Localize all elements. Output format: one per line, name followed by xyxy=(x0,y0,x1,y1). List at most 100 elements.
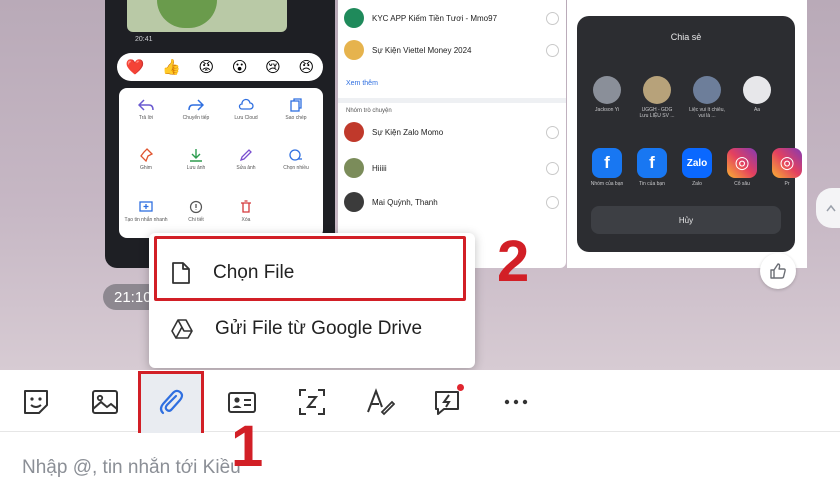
list-item: Sự Kiện Zalo Momo xyxy=(344,120,559,144)
avatar xyxy=(643,76,671,104)
radio-icon xyxy=(546,161,559,175)
list-item: KYC APP Kiếm Tiền Tươi - Mmo97 xyxy=(344,6,559,30)
step-number-2: 2 xyxy=(497,229,530,294)
quick-message-icon xyxy=(435,391,459,415)
facebook-icon: f xyxy=(637,148,667,178)
like-button[interactable] xyxy=(760,253,796,289)
message-action-panel: Trả lời Chuyển tiếp Lưu Cloud Sao chép G… xyxy=(119,88,323,238)
reaction-wow-icon: 😮 xyxy=(231,58,248,76)
action-save-cloud: Lưu Cloud xyxy=(223,98,269,121)
share-contact: UGGH - GDG Lưu LIỆU SV ... xyxy=(637,76,677,119)
attachment-icon xyxy=(159,389,184,415)
shared-image-share-list[interactable]: KYC APP Kiếm Tiền Tươi - Mmo97 Sự Kiện V… xyxy=(338,0,566,268)
attachment-button[interactable] xyxy=(155,386,187,418)
text-format-icon xyxy=(367,388,395,416)
pin-icon xyxy=(140,148,154,162)
reaction-sad-icon: 😢 xyxy=(265,58,281,76)
shared-image-share-sheet[interactable]: Chia sẻ Jackson Yi UGGH - GDG Lưu LIỆU S… xyxy=(567,0,807,268)
share-cancel-button: Hủy xyxy=(591,206,781,234)
section-label: Nhóm trò chuyện xyxy=(346,108,392,114)
avatar xyxy=(693,76,721,104)
list-item: Hiiiii xyxy=(344,156,559,180)
share-app: Zalo Zalo xyxy=(677,148,717,187)
thumbs-up-icon xyxy=(770,263,786,279)
frog-sticker xyxy=(127,0,287,32)
share-contact: Jackson Yi xyxy=(587,76,627,113)
avatar xyxy=(344,8,364,28)
reaction-angry-icon: 😡 xyxy=(198,58,215,76)
text-format-button[interactable] xyxy=(364,386,396,418)
action-copy: Sao chép xyxy=(273,98,319,121)
reaction-heart-icon: ❤️ xyxy=(125,58,145,76)
shared-image-reaction-menu[interactable]: 20:41 ❤️ 👍 😡 😮 😢 😠 Trả lời Chuyển tiếp L… xyxy=(105,0,335,268)
image-button[interactable] xyxy=(89,386,121,418)
google-drive-icon xyxy=(171,319,193,339)
notification-dot xyxy=(457,384,464,391)
sticker-icon xyxy=(24,390,48,414)
scroll-to-bottom-button[interactable] xyxy=(816,188,840,228)
menu-item-google-drive[interactable]: Gửi File từ Google Drive xyxy=(149,301,475,357)
share-sheet: Chia sẻ Jackson Yi UGGH - GDG Lưu LIỆU S… xyxy=(577,16,802,252)
share-contact: Aa xyxy=(737,76,777,113)
action-forward: Chuyển tiếp xyxy=(173,98,219,121)
facebook-icon: f xyxy=(592,148,622,178)
avatar xyxy=(344,122,364,142)
action-pin: Ghim xyxy=(123,148,169,171)
list-item: Mai Quỳnh, Thanh xyxy=(344,190,559,214)
action-details: Chi tiết xyxy=(173,200,219,223)
contact-card-icon xyxy=(228,392,256,413)
radio-icon xyxy=(546,195,559,209)
action-reply: Trả lời xyxy=(123,98,169,121)
zalo-icon: Zalo xyxy=(682,148,712,178)
step-number-1: 1 xyxy=(231,414,264,479)
reaction-rage-icon: 😠 xyxy=(298,58,315,76)
image-icon xyxy=(92,390,118,414)
copy-icon xyxy=(290,98,302,112)
chat-toolbar xyxy=(0,370,840,432)
avatar xyxy=(344,158,364,178)
quick-message-small-icon xyxy=(139,201,153,212)
action-select-multiple: Chọn nhiều xyxy=(273,148,319,171)
composer xyxy=(0,433,840,500)
message-input[interactable] xyxy=(22,453,582,483)
more-button[interactable] xyxy=(500,386,532,418)
action-edit-image: Sửa ảnh xyxy=(223,148,269,171)
see-more-link: Xem thêm xyxy=(346,80,378,87)
reply-icon xyxy=(138,99,154,111)
reaction-like-icon: 👍 xyxy=(162,58,181,76)
share-app: ◎ Pr xyxy=(767,148,807,187)
avatar xyxy=(344,192,364,212)
forward-icon xyxy=(188,99,204,111)
avatar xyxy=(743,76,771,104)
cloud-icon xyxy=(238,98,254,110)
share-app: f Tin của bạn xyxy=(632,148,672,187)
menu-item-label: Gửi File từ Google Drive xyxy=(215,318,423,339)
select-multiple-icon xyxy=(289,149,302,161)
avatar xyxy=(344,40,364,60)
share-contact: Liệc vui ít chiêu, vui là ... xyxy=(687,76,727,119)
radio-icon xyxy=(546,43,559,57)
action-delete: Xóa xyxy=(223,200,269,223)
share-sheet-title: Chia sẻ xyxy=(670,32,702,42)
edit-icon xyxy=(239,149,252,162)
download-icon xyxy=(190,149,202,162)
share-app: f Nhóm của bạn xyxy=(587,148,627,187)
avatar xyxy=(593,76,621,104)
info-icon xyxy=(189,200,203,214)
trash-icon xyxy=(241,200,251,213)
list-item: Sự Kiện Viettel Money 2024 xyxy=(344,38,559,62)
action-save-image: Lưu ảnh xyxy=(173,148,219,171)
message-time: 20:41 xyxy=(135,36,153,43)
more-icon xyxy=(504,399,528,405)
sticker-button[interactable] xyxy=(20,386,52,418)
zoom-capture-button[interactable] xyxy=(296,386,328,418)
radio-icon xyxy=(546,125,559,139)
instagram-icon: ◎ xyxy=(727,148,757,178)
radio-icon xyxy=(546,11,559,25)
highlight-choose-file xyxy=(154,236,466,301)
instagram-icon: ◎ xyxy=(772,148,802,178)
reaction-bar: ❤️ 👍 😡 😮 😢 😠 xyxy=(117,53,323,81)
action-quick-message: Tạo tin nhắn nhanh xyxy=(123,200,169,223)
share-app: ◎ Cổ sâu xyxy=(722,148,762,187)
zoom-capture-icon xyxy=(299,389,325,415)
